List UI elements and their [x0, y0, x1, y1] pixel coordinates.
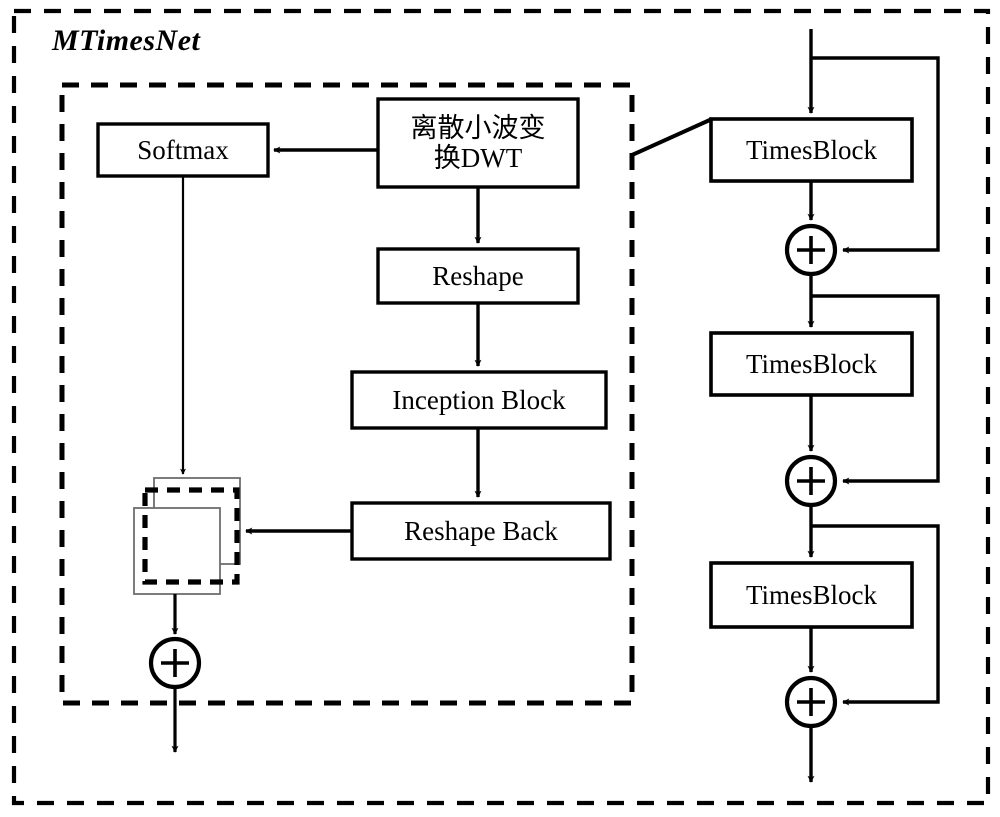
diagram-canvas: MTimesNet Softmax 离散小波变 换DWT Reshape Inc… — [0, 0, 1000, 817]
expansion-connector-line — [631, 117, 713, 157]
timesblock-3-box — [709, 561, 914, 629]
diagram-vector-layer — [11, 8, 991, 806]
timesblock-2-box — [709, 331, 914, 397]
timesblock-1-box — [709, 117, 914, 183]
reshape-box — [376, 247, 580, 305]
reshape-back-box — [350, 501, 612, 561]
page-title: MTimesNet — [52, 24, 201, 57]
inception-block-box — [350, 370, 608, 430]
softmax-box — [96, 122, 270, 178]
dwt-box — [376, 97, 580, 189]
